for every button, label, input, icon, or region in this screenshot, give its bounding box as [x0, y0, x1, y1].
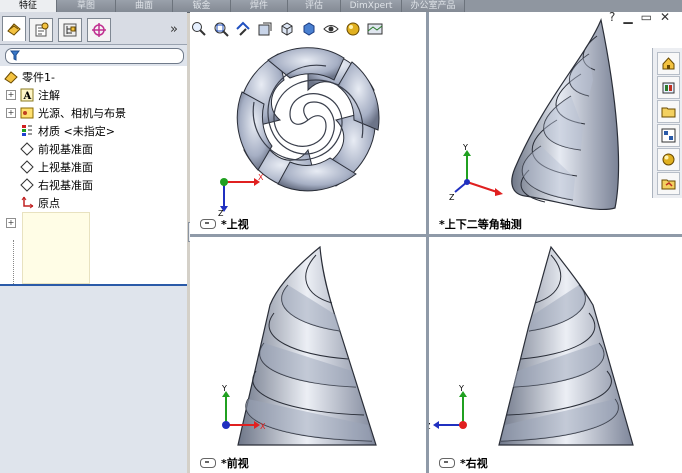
rollback-area [22, 212, 90, 284]
solidworks-resources-icon[interactable] [657, 52, 680, 75]
panel-tab-bar: » [0, 12, 187, 45]
expand-feature-icon[interactable]: + [6, 218, 16, 228]
edit-appearance-icon[interactable] [344, 20, 362, 38]
axis-triad-front: Y X [221, 385, 266, 431]
svg-text:Z: Z [449, 193, 455, 202]
tab-surfaces[interactable]: 曲面 [116, 0, 173, 12]
link-views-icon[interactable] [439, 458, 455, 468]
viewport-top[interactable]: X Z *上视 [190, 12, 426, 234]
filter-icon [10, 50, 20, 61]
custom-properties-icon[interactable] [657, 172, 680, 195]
tree-filter-input[interactable] [5, 48, 184, 64]
tree-connector [13, 240, 14, 286]
viewport-front[interactable]: Y X *前视 [190, 237, 426, 473]
viewport-label-top: *上视 [200, 216, 249, 232]
link-views-icon[interactable] [200, 219, 216, 229]
tab-office-products[interactable]: 办公室产品 [402, 0, 465, 12]
viewport-right[interactable]: Y Z *右视 [429, 237, 682, 473]
svg-text:X: X [258, 173, 264, 182]
view-orientation-icon[interactable] [278, 20, 296, 38]
hide-show-items-icon[interactable] [322, 20, 340, 38]
plane-icon [20, 141, 34, 156]
viewport-label-right: *右视 [439, 455, 488, 471]
feature-manager-pane: » 零件1- + A 注解 + 光源、相机与布景 材质 <未指定> 前视基准面 … [0, 12, 187, 473]
property-manager-icon[interactable] [29, 18, 53, 42]
tree-item-label: 右视基准面 [38, 178, 93, 192]
annotations-icon: A [20, 88, 34, 102]
tree-item-material[interactable]: 材质 <未指定> [20, 122, 115, 139]
part-icon [4, 70, 18, 84]
tree-root-part[interactable]: 零件1- [4, 68, 55, 85]
section-view-icon[interactable] [256, 20, 274, 38]
close-icon[interactable]: ✕ [660, 12, 670, 24]
tab-sketch[interactable]: 草图 [57, 0, 116, 12]
axis-triad-right: Y Z [429, 385, 467, 431]
tree-item-label: 前视基准面 [38, 142, 93, 156]
plane-icon [20, 159, 34, 174]
svg-text:Z: Z [429, 422, 431, 431]
tree-item-label: 上视基准面 [38, 160, 93, 174]
view-palette-icon[interactable] [657, 124, 680, 147]
tree-root-label: 零件1- [22, 70, 55, 84]
viewport-label-dimetric: *上下二等角轴测 [439, 218, 522, 231]
svg-text:A: A [23, 91, 32, 102]
tree-item-right-plane[interactable]: 右视基准面 [20, 176, 93, 193]
plane-icon [20, 177, 34, 192]
expand-lights-icon[interactable]: + [6, 108, 16, 118]
viewport-dimetric[interactable]: ? ▁ ▭ ✕ Y Z *上下二等角轴测 [429, 12, 682, 234]
tree-item-label: 光源、相机与布景 [38, 106, 126, 120]
configuration-manager-icon[interactable] [58, 18, 82, 42]
tab-weldments[interactable]: 焊件 [231, 0, 288, 12]
viewport-label-front: *前视 [200, 455, 249, 471]
tree-item-annotations[interactable]: A 注解 [20, 86, 60, 103]
pane-separator[interactable] [0, 284, 187, 286]
more-tabs-chevron-icon[interactable]: » [170, 22, 178, 37]
tree-item-lights-cameras[interactable]: 光源、相机与布景 [20, 104, 126, 121]
tree-item-label: 原点 [38, 196, 60, 210]
apply-scene-icon[interactable] [366, 20, 384, 38]
feature-manager-icon[interactable] [2, 16, 26, 41]
svg-text:Y: Y [458, 385, 464, 393]
file-explorer-icon[interactable] [657, 100, 680, 123]
graphics-area: X Z *上视 ? ▁ ▭ ✕ Y Z *上下二等角轴测 Y X *前视 Y Z… [190, 12, 682, 473]
feature-tree: 零件1- + A 注解 + 光源、相机与布景 材质 <未指定> 前视基准面 上视… [0, 66, 187, 284]
dim-xpert-manager-icon[interactable] [87, 18, 111, 42]
origin-icon [20, 196, 34, 210]
tab-dimxpert[interactable]: DimXpert [341, 0, 402, 12]
axis-triad-top: X Z [218, 173, 264, 218]
tree-item-origin[interactable]: 原点 [20, 194, 60, 211]
tree-item-label: 注解 [38, 88, 60, 102]
tree-item-top-plane[interactable]: 上视基准面 [20, 158, 93, 175]
zoom-area-icon[interactable] [212, 20, 230, 38]
task-pane [652, 48, 682, 198]
expand-annotations-icon[interactable]: + [6, 90, 16, 100]
zoom-to-fit-icon[interactable] [190, 20, 208, 38]
material-icon [20, 124, 34, 138]
link-views-icon[interactable] [200, 458, 216, 468]
axis-triad-dimetric: Y Z [449, 143, 503, 202]
spiral-cone-right [498, 245, 634, 446]
restore-icon[interactable]: ▭ [641, 12, 652, 24]
appearances-scenes-icon[interactable] [657, 148, 680, 171]
design-library-icon[interactable] [657, 76, 680, 99]
tab-features[interactable]: 特征 [0, 0, 57, 12]
view-heads-up-toolbar [190, 18, 388, 40]
svg-text:Y: Y [462, 143, 468, 152]
tab-sheet-metal[interactable]: 钣金 [173, 0, 231, 12]
tab-evaluate[interactable]: 评估 [288, 0, 341, 12]
svg-text:Y: Y [221, 385, 227, 393]
svg-text:X: X [260, 422, 266, 431]
display-style-icon[interactable] [300, 20, 318, 38]
lights-cameras-icon [20, 106, 34, 120]
tree-item-front-plane[interactable]: 前视基准面 [20, 140, 93, 157]
previous-view-icon[interactable] [234, 20, 252, 38]
tree-item-label: 材质 <未指定> [38, 124, 115, 138]
